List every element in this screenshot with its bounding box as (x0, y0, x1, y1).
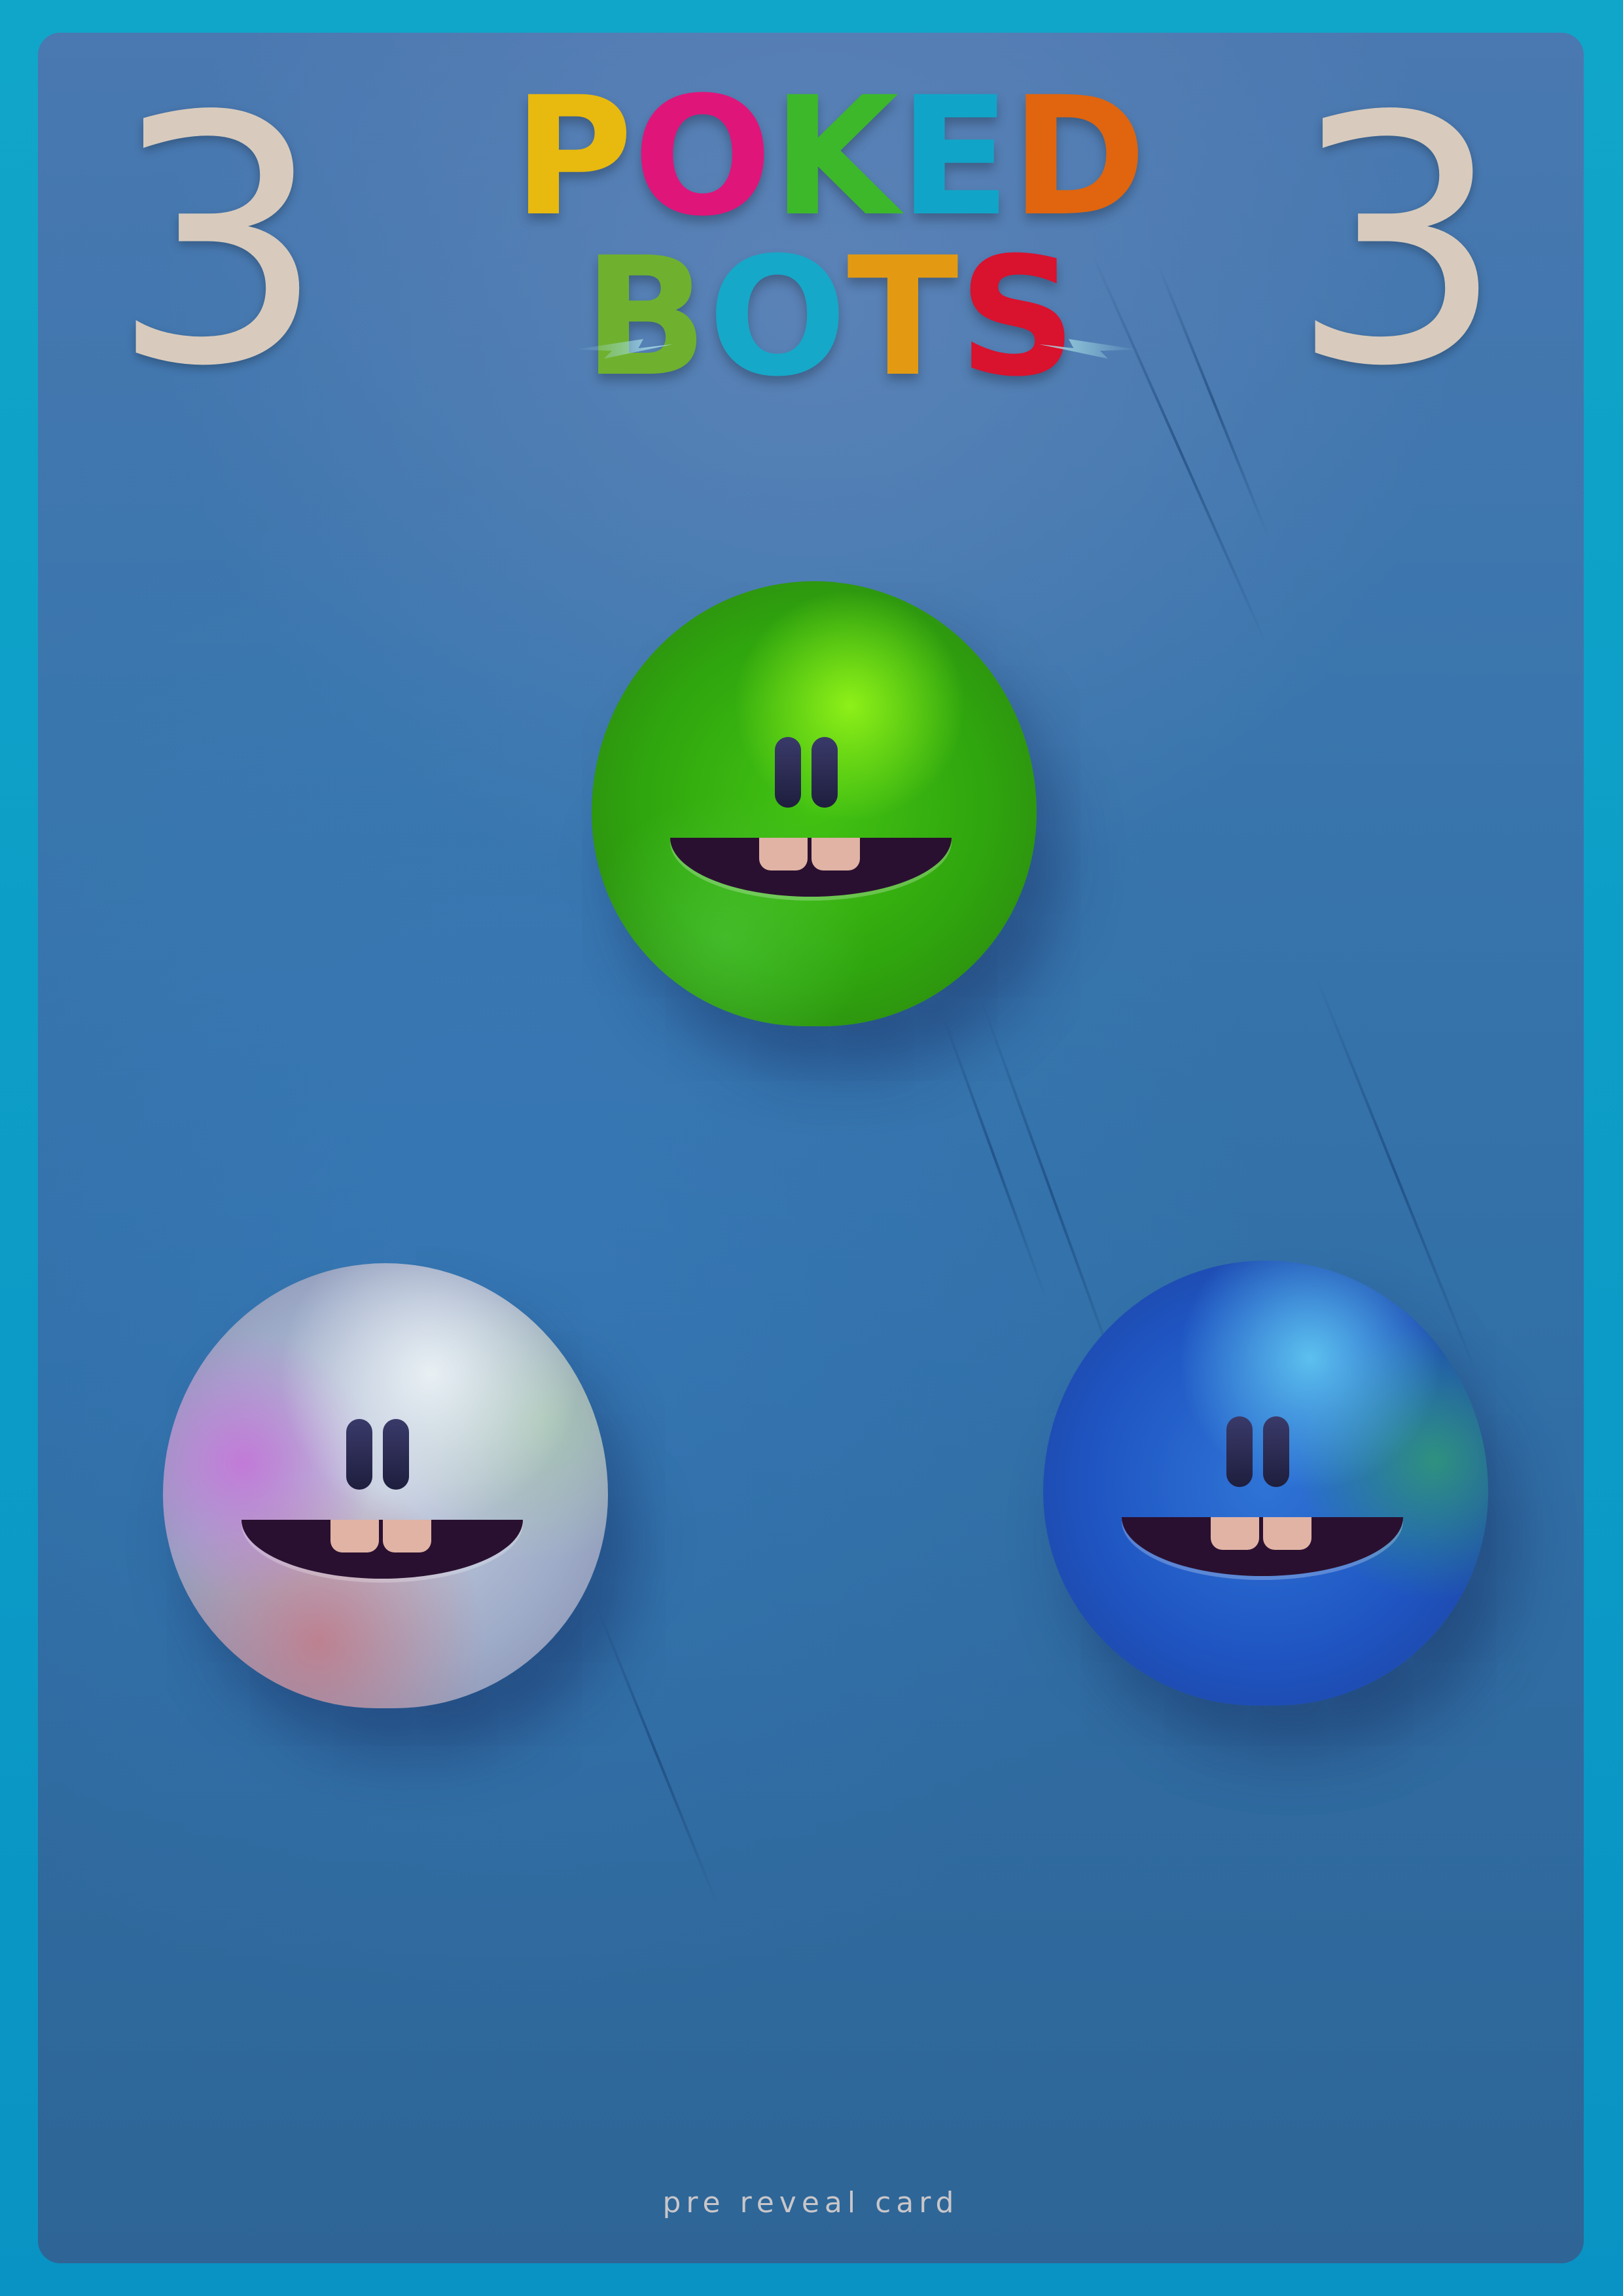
logo-letter: O (633, 62, 772, 252)
count-right: 3 (1289, 44, 1506, 440)
scratch-mark (594, 1602, 720, 1907)
eye (1263, 1416, 1289, 1487)
tooth (383, 1520, 431, 1552)
pre-reveal-card: 3 3 P O K E D B O T S pre reveal card (38, 33, 1584, 2263)
logo-letter: P (513, 62, 633, 252)
tooth (330, 1520, 379, 1552)
eye (812, 737, 838, 808)
logo-letter: O (707, 222, 847, 412)
logo-letter: S (958, 222, 1077, 412)
mouth (670, 838, 952, 897)
blue-bot (1043, 1261, 1488, 1706)
logo-letter: K (772, 62, 899, 252)
scratch-mark (980, 1000, 1122, 1383)
logo-row-bots: B O T S (535, 222, 1124, 412)
footer-caption: pre reveal card (662, 2186, 959, 2219)
green-bot (592, 581, 1037, 1026)
eye (346, 1419, 372, 1490)
logo-letter: D (1010, 62, 1147, 252)
tooth (1263, 1517, 1311, 1550)
tooth (812, 838, 860, 870)
tooth (759, 838, 808, 870)
logo-letter: T (847, 222, 959, 412)
eye (775, 737, 801, 808)
white-bot (163, 1263, 608, 1708)
tooth (1211, 1517, 1259, 1550)
scratch-mark (1157, 264, 1270, 539)
poked-bots-logo: P O K E D B O T S (513, 59, 1147, 412)
logo-letter: B (583, 222, 708, 412)
eye (1226, 1416, 1253, 1487)
logo-row-poked: P O K E D (513, 62, 1147, 252)
eye (383, 1419, 409, 1490)
mouth (1122, 1517, 1403, 1576)
scratch-mark (941, 1013, 1047, 1298)
logo-letter: E (899, 62, 1011, 252)
mouth (241, 1520, 523, 1579)
count-left: 3 (110, 44, 327, 440)
